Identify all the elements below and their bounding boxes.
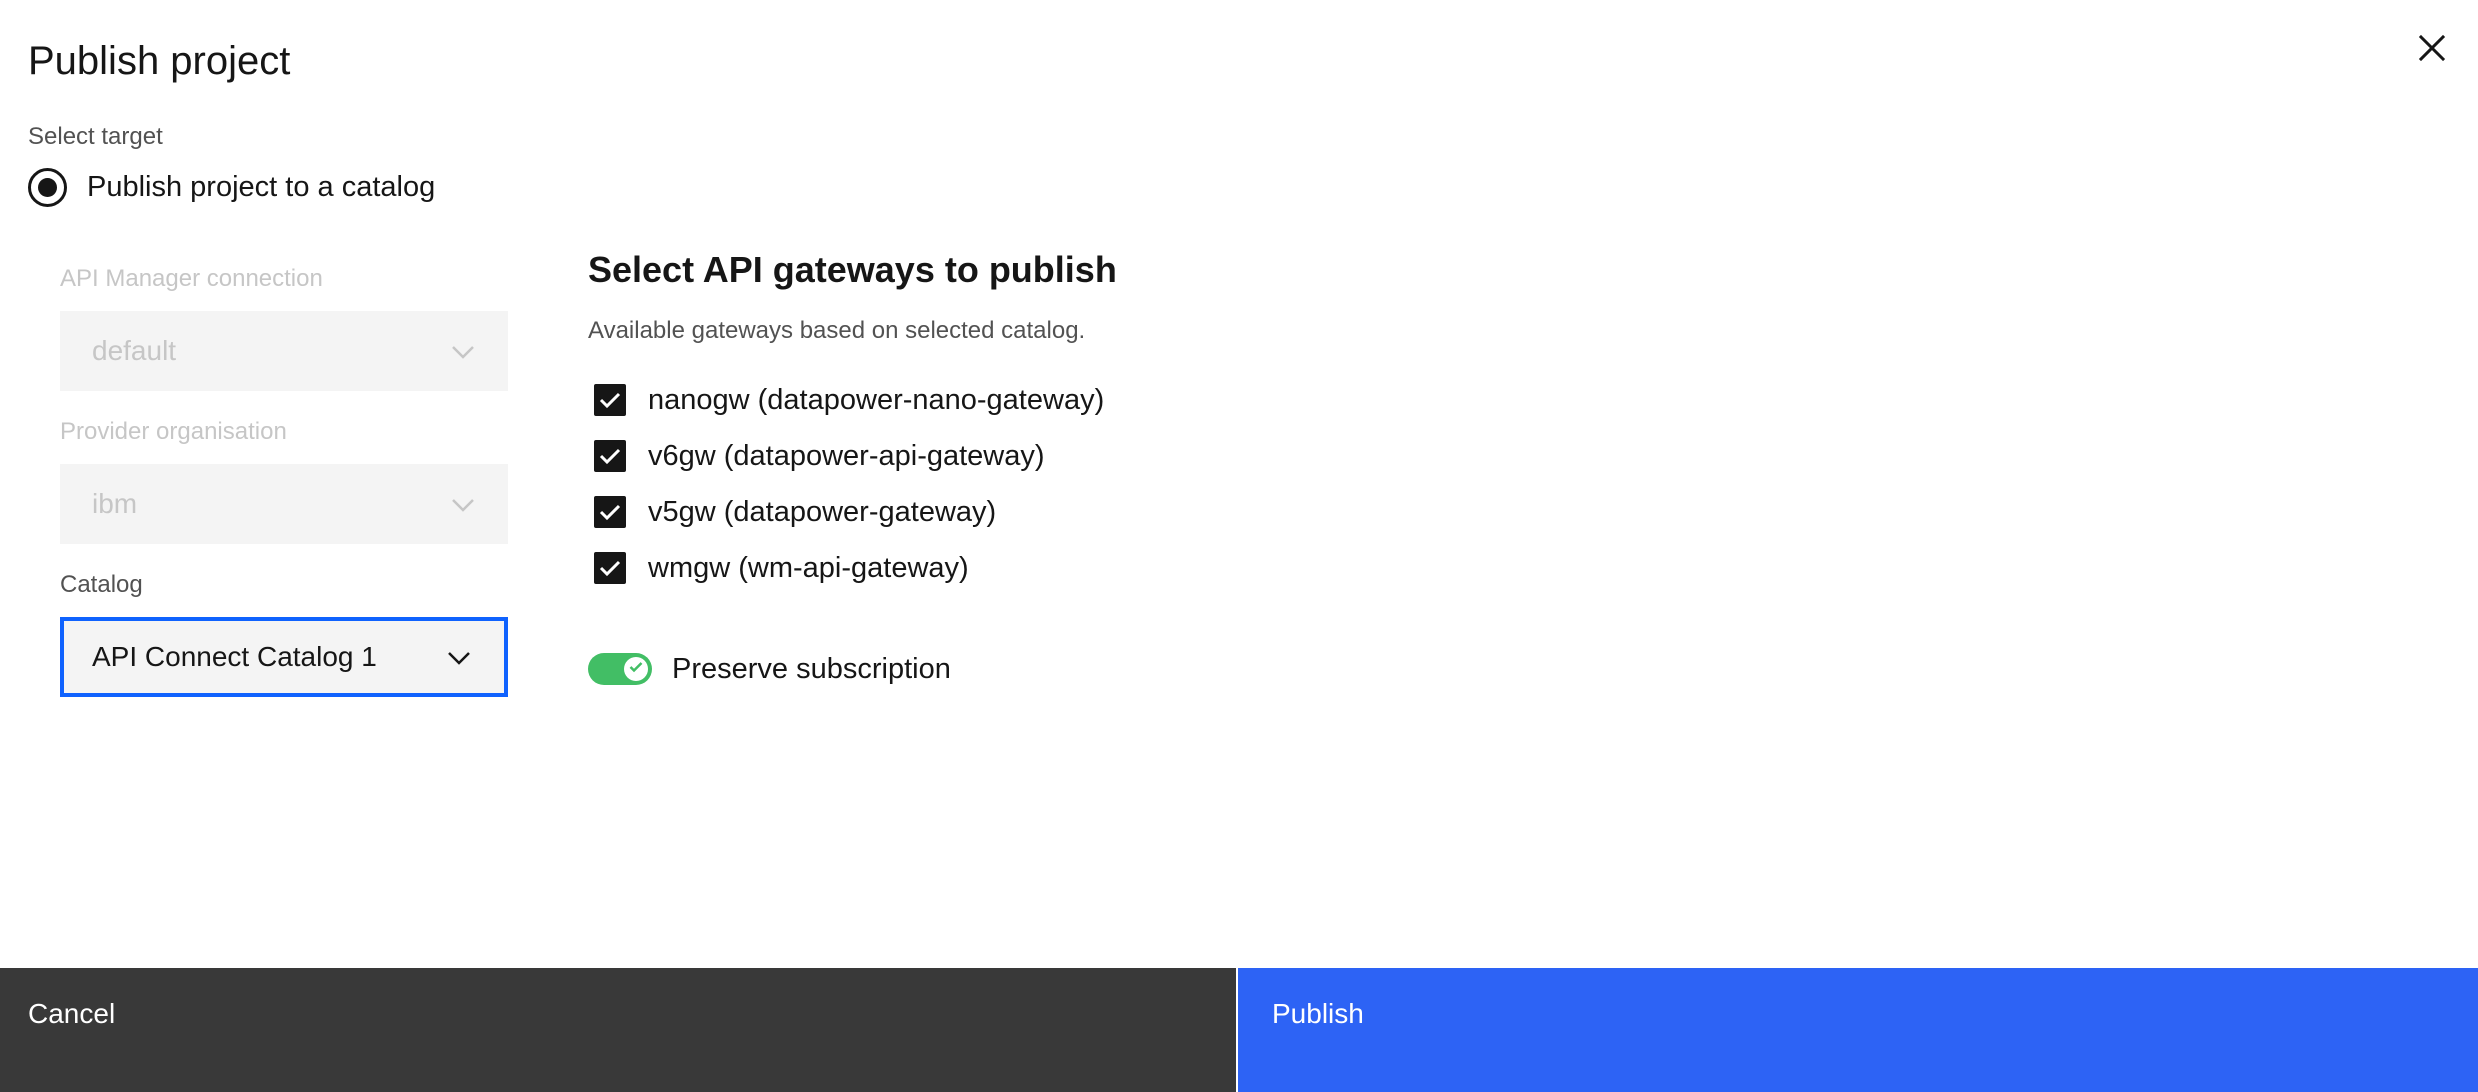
publish-project-modal: Publish project Select target Publish pr… <box>0 0 2478 1092</box>
gateways-subtitle: Available gateways based on selected cat… <box>588 317 1086 344</box>
api-manager-connection-value: default <box>92 335 177 366</box>
radio-button-icon[interactable] <box>28 167 67 207</box>
chevron-down-icon <box>452 335 474 367</box>
close-icon <box>2418 34 2446 66</box>
catalog-label: Catalog <box>60 571 143 598</box>
provider-organisation-select: ibm <box>60 464 508 544</box>
modal-title: Publish project <box>28 39 291 83</box>
publish-button[interactable]: Publish <box>1238 968 2478 1092</box>
gateway-checkbox-v5gw[interactable]: v5gw (datapower-gateway) <box>594 492 996 532</box>
api-manager-connection-label: API Manager connection <box>60 265 323 292</box>
gateway-label: nanogw (datapower-nano-gateway) <box>648 384 1105 416</box>
checkbox-checked-icon[interactable] <box>594 552 626 584</box>
radio-label: Publish project to a catalog <box>87 171 436 203</box>
preserve-subscription-label: Preserve subscription <box>672 653 951 685</box>
chevron-down-icon <box>448 641 470 673</box>
gateway-checkbox-wmgw[interactable]: wmgw (wm-api-gateway) <box>594 548 969 588</box>
select-target-label: Select target <box>28 123 163 150</box>
modal-footer: Cancel Publish <box>0 968 2478 1092</box>
gateway-label: wmgw (wm-api-gateway) <box>648 552 969 584</box>
api-manager-connection-select: default <box>60 311 508 391</box>
preserve-subscription-toggle[interactable] <box>588 653 652 685</box>
provider-organisation-value: ibm <box>92 488 138 519</box>
gateway-checkbox-nanogw[interactable]: nanogw (datapower-nano-gateway) <box>594 380 1104 420</box>
gateway-label: v5gw (datapower-gateway) <box>648 496 997 528</box>
chevron-down-icon <box>452 488 474 520</box>
gateway-label: v6gw (datapower-api-gateway) <box>648 440 1045 472</box>
gateway-checkbox-v6gw[interactable]: v6gw (datapower-api-gateway) <box>594 436 1045 476</box>
checkbox-checked-icon[interactable] <box>594 384 626 416</box>
preserve-subscription-row: Preserve subscription <box>588 651 951 687</box>
catalog-select[interactable]: API Connect Catalog 1 <box>60 617 508 697</box>
close-button[interactable] <box>2408 26 2456 74</box>
radio-selected-dot <box>38 177 57 197</box>
checkbox-checked-icon[interactable] <box>594 440 626 472</box>
catalog-value: API Connect Catalog 1 <box>92 641 377 672</box>
checkmark-icon <box>629 660 643 678</box>
toggle-knob <box>624 657 648 681</box>
cancel-button[interactable]: Cancel <box>0 968 1236 1092</box>
provider-organisation-label: Provider organisation <box>60 418 287 445</box>
checkbox-checked-icon[interactable] <box>594 496 626 528</box>
radio-publish-to-catalog[interactable]: Publish project to a catalog <box>28 166 435 208</box>
gateways-heading: Select API gateways to publish <box>588 249 1117 290</box>
